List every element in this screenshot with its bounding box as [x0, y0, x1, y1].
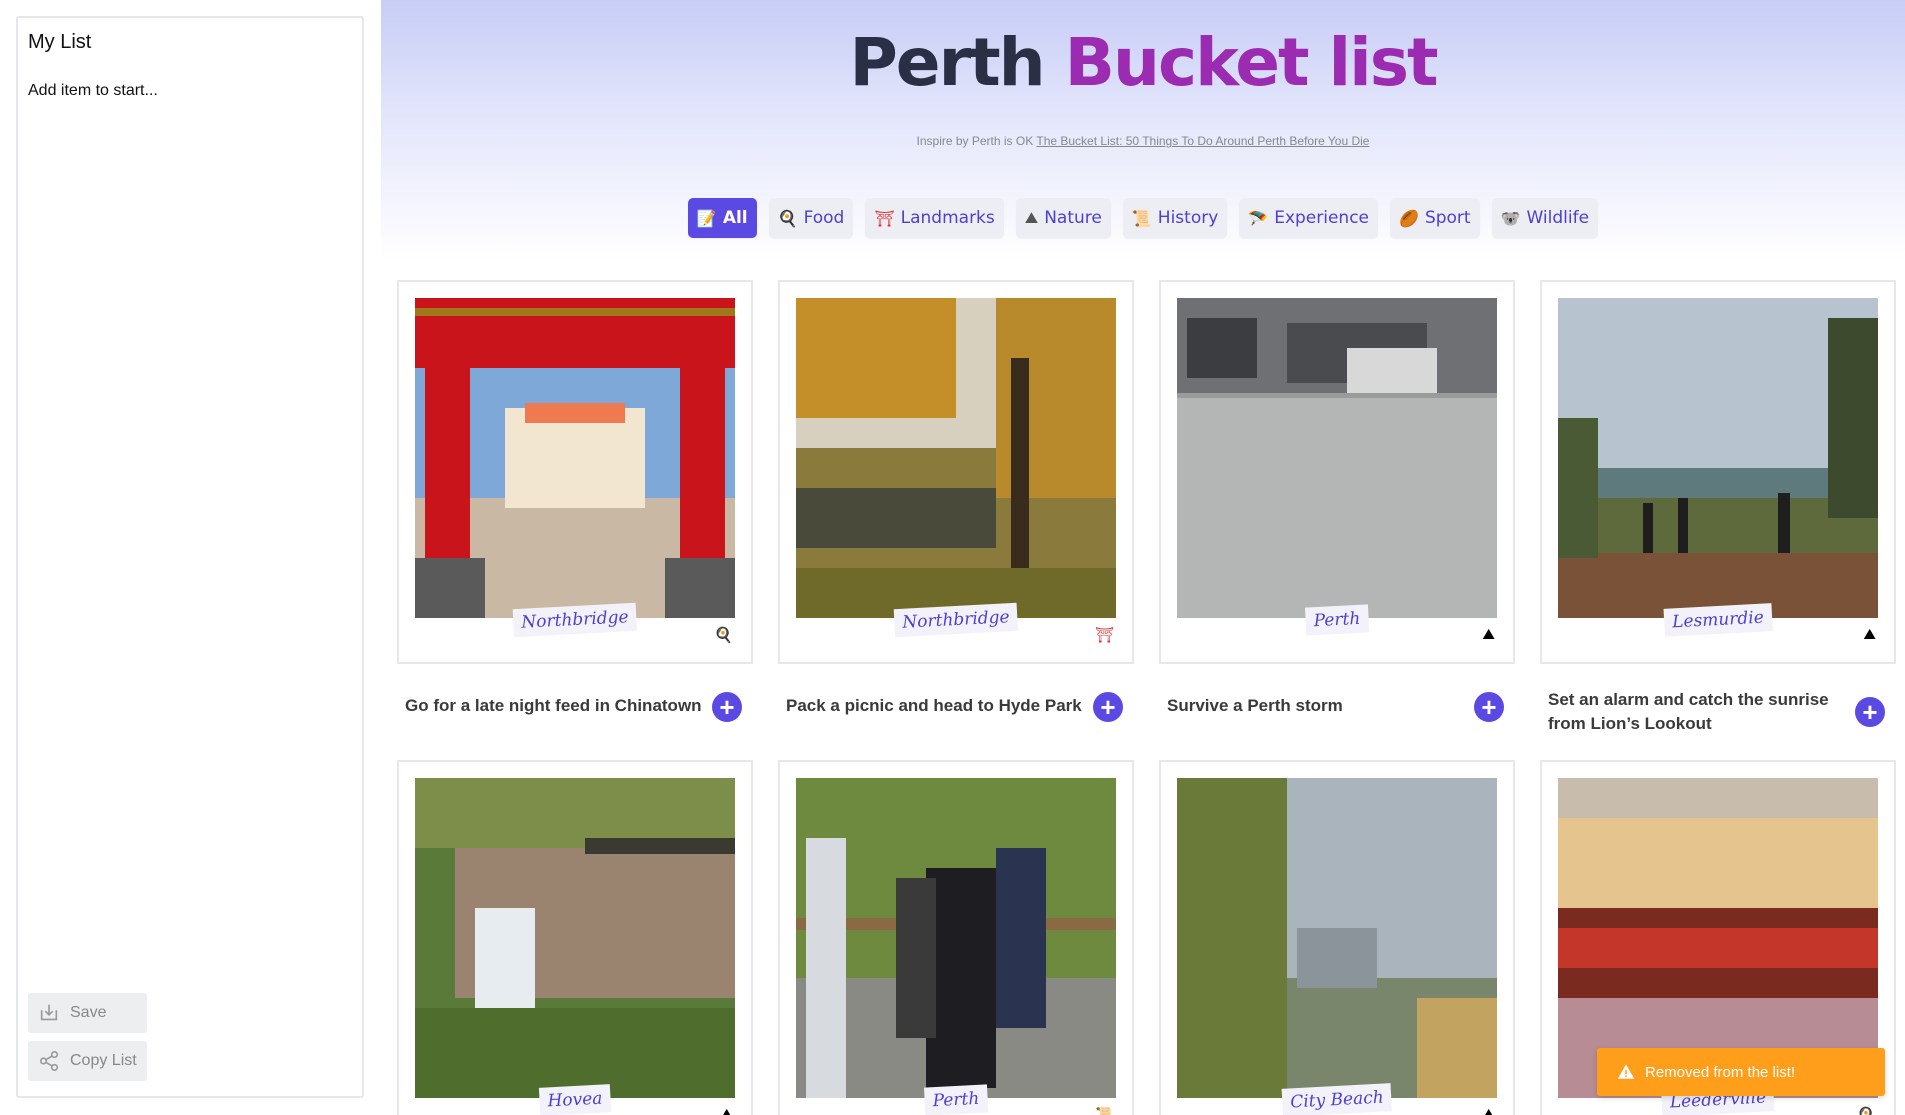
- title-main: Perth: [849, 24, 1045, 101]
- filter-nature[interactable]: ⛰ Nature: [1015, 198, 1111, 238]
- location-tag: Hovea: [538, 1084, 612, 1115]
- mountain-icon: ⛰: [1482, 626, 1495, 643]
- subtitle-prefix: Inspire by Perth is OK: [916, 134, 1034, 148]
- title-accent: Bucket list: [1064, 24, 1439, 101]
- egg-pan-icon: 🍳: [777, 208, 798, 228]
- add-item-button[interactable]: +: [1474, 692, 1504, 722]
- city-beach-photo: [1177, 778, 1497, 1098]
- location-tag: Perth: [1304, 604, 1370, 636]
- filter-sport[interactable]: 🏉 Sport: [1390, 198, 1480, 238]
- mountain-icon: ⛰: [1863, 626, 1876, 643]
- source-link[interactable]: The Bucket List: 50 Things To Do Around …: [1036, 134, 1369, 148]
- location-tag: Lesmurdie: [1663, 603, 1773, 637]
- filter-food[interactable]: 🍳 Food: [768, 198, 854, 238]
- egg-pan-icon: 🍳: [714, 627, 733, 644]
- location-tag: Perth: [923, 1084, 989, 1115]
- scroll-icon: 📜: [1095, 1106, 1114, 1115]
- bucket-card: City Beach ⛰: [1159, 760, 1515, 1115]
- filter-label: All: [722, 208, 748, 228]
- scroll-icon: 📜: [1131, 208, 1152, 228]
- parachute-icon: 🪂: [1248, 208, 1269, 228]
- toast-message: Removed from the list!: [1645, 1063, 1796, 1081]
- my-list-title: My List: [28, 31, 92, 53]
- filter-label: Sport: [1424, 208, 1471, 228]
- warning-icon: [1617, 1064, 1635, 1079]
- bucket-card: Lesmurdie ⛰: [1540, 280, 1896, 664]
- rugby-ball-icon: 🏉: [1399, 208, 1419, 228]
- filter-landmarks[interactable]: ⛩ Landmarks: [865, 198, 1004, 238]
- bushwalk-photo: [796, 778, 1116, 1098]
- add-item-button[interactable]: +: [1855, 697, 1885, 727]
- page-subtitle: Inspire by Perth is OK The Bucket List: …: [381, 134, 1905, 148]
- empty-list-message: Add item to start...: [28, 82, 158, 99]
- plus-icon: +: [1481, 692, 1497, 722]
- filter-label: Experience: [1274, 208, 1370, 228]
- mountain-icon: ⛰: [1482, 1106, 1495, 1115]
- toast-notification: Removed from the list!: [1597, 1048, 1885, 1096]
- bucket-card: Hovea ⛰: [397, 760, 753, 1115]
- filter-all[interactable]: 📝 All: [687, 198, 757, 238]
- plus-icon: +: [719, 692, 735, 722]
- bucket-card: Perth ⛰: [1159, 280, 1515, 664]
- bucket-card: Perth 📜: [778, 760, 1134, 1115]
- egg-pan-icon: 🍳: [1857, 1106, 1876, 1115]
- mountain-icon: ⛰: [1024, 208, 1039, 227]
- koala-icon: 🐨: [1500, 208, 1521, 228]
- lions-lookout-photo: [1558, 298, 1878, 618]
- add-item-button[interactable]: +: [1093, 692, 1123, 722]
- filter-label: Nature: [1044, 208, 1102, 228]
- filter-history[interactable]: 📜 History: [1122, 198, 1228, 238]
- torii-icon: ⛩: [1094, 627, 1114, 644]
- page-title: Perth Bucket list: [381, 24, 1905, 101]
- item-title: Set an alarm and catch the sunrise from …: [1548, 690, 1829, 733]
- torii-icon: ⛩: [874, 208, 895, 228]
- bucket-card: Northbridge ⛩: [778, 280, 1134, 664]
- location-tag: Northbridge: [512, 602, 638, 638]
- item-title: Go for a late night feed in Chinatown: [405, 696, 702, 715]
- save-label: Save: [70, 1004, 107, 1021]
- copy-list-button[interactable]: Copy List: [28, 1041, 147, 1081]
- filter-wildlife[interactable]: 🐨 Wildlife: [1491, 198, 1599, 238]
- filter-label: Food: [803, 208, 845, 228]
- copy-list-label: Copy List: [70, 1052, 137, 1069]
- bucket-card: Northbridge 🍳: [397, 280, 753, 664]
- download-icon: [40, 1004, 58, 1021]
- memo-icon: 📝: [696, 208, 717, 228]
- plus-icon: +: [1100, 692, 1116, 722]
- hovea-falls-photo: [415, 778, 735, 1098]
- filter-label: Landmarks: [900, 208, 995, 228]
- filter-label: History: [1157, 208, 1219, 228]
- my-list-panel: My List Add item to start... Save Copy L…: [16, 16, 364, 1098]
- add-item-button[interactable]: +: [712, 692, 742, 722]
- chinatown-gate-photo: [415, 298, 735, 618]
- hyde-park-photo: [796, 298, 1116, 618]
- location-tag: Northbridge: [893, 602, 1019, 638]
- filter-label: Wildlife: [1526, 208, 1590, 228]
- plus-icon: +: [1862, 697, 1878, 727]
- item-title: Pack a picnic and head to Hyde Park: [786, 696, 1082, 715]
- category-filters: 📝 All 🍳 Food ⛩ Landmarks ⛰ Nature 📜 History 🪂…: [381, 198, 1905, 238]
- share-icon: [39, 1051, 59, 1071]
- item-title: Survive a Perth storm: [1167, 696, 1343, 715]
- location-tag: City Beach: [1281, 1083, 1393, 1115]
- perth-storm-photo: [1177, 298, 1497, 618]
- mountain-icon: ⛰: [720, 1106, 733, 1115]
- filter-experience[interactable]: 🪂 Experience: [1239, 198, 1379, 238]
- save-button[interactable]: Save: [28, 993, 147, 1033]
